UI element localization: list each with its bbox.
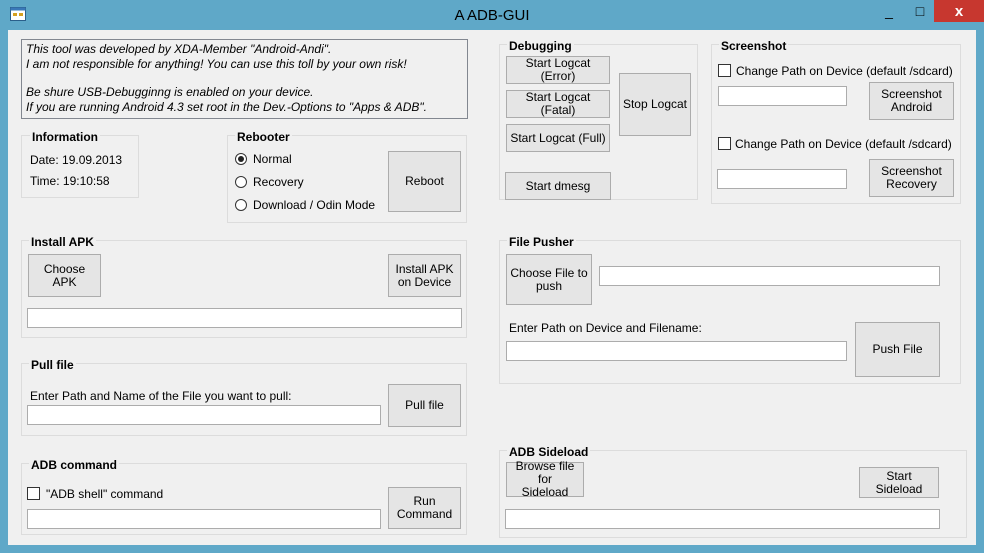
start-logcat-full-button[interactable]: Start Logcat (Full) xyxy=(506,124,610,152)
developer-notice: This tool was developed by XDA-Member "A… xyxy=(21,39,468,119)
screenshot-recovery-button[interactable]: Screenshot Recovery xyxy=(869,159,954,197)
start-dmesg-button[interactable]: Start dmesg xyxy=(505,172,611,200)
device-path-input[interactable] xyxy=(506,341,847,361)
button-label: Command xyxy=(396,507,453,521)
button-label: on Device xyxy=(397,274,452,289)
notice-line: This tool was developed by XDA-Member "A… xyxy=(26,42,332,56)
run-command-button[interactable]: Run Command xyxy=(388,487,461,529)
stop-logcat-button[interactable]: Stop Logcat xyxy=(619,73,691,136)
close-button[interactable]: x xyxy=(934,0,984,22)
group-title: ADB command xyxy=(29,458,120,472)
time-label: Time: 19:10:58 xyxy=(30,174,110,188)
date-label: Date: 19.09.2013 xyxy=(30,153,123,167)
group-title: Install APK xyxy=(29,235,96,249)
adb-shell-checkbox[interactable] xyxy=(27,487,40,500)
notice-line: I am not responsible for anything! You c… xyxy=(26,56,407,71)
start-logcat-fatal-button[interactable]: Start Logcat (Fatal) xyxy=(506,90,610,118)
radio-normal[interactable] xyxy=(235,153,247,165)
information-group: Information Date: 19.09.2013 Time: 19:10… xyxy=(21,130,139,198)
checkbox-label: Change Path on Device (default /sdcard) xyxy=(736,64,953,78)
radio-label: Normal xyxy=(253,152,292,166)
maximize-button[interactable]: □ xyxy=(906,0,934,22)
button-label: Android xyxy=(890,100,933,114)
pull-file-button[interactable]: Pull file xyxy=(388,384,461,427)
reboot-button[interactable]: Reboot xyxy=(388,151,461,212)
notice-line: If you are running Android 4.3 set root … xyxy=(26,99,427,114)
choose-file-to-push-button[interactable]: Choose File to push xyxy=(506,254,592,305)
radio-download-odin[interactable] xyxy=(235,199,247,211)
start-sideload-button[interactable]: Start Sideload xyxy=(859,467,939,498)
button-label: Install APK xyxy=(395,261,454,276)
adb-command-input[interactable] xyxy=(27,509,381,529)
pull-path-prompt: Enter Path and Name of the File you want… xyxy=(30,389,292,403)
checkbox-label: Change Path on Device (default /sdcard) xyxy=(735,137,952,151)
screenshot-android-button[interactable]: Screenshot Android xyxy=(869,82,954,120)
minimize-button[interactable]: _ xyxy=(872,0,906,22)
change-path-checkbox-2[interactable] xyxy=(718,137,731,150)
change-path-checkbox-1[interactable] xyxy=(718,64,731,77)
group-title: Rebooter xyxy=(235,130,292,144)
button-label: Browse file for xyxy=(515,459,575,486)
choose-apk-button[interactable]: Choose APK xyxy=(28,254,101,297)
group-title: ADB Sideload xyxy=(507,445,591,459)
group-title: File Pusher xyxy=(507,235,576,249)
browse-sideload-button[interactable]: Browse file for Sideload xyxy=(506,459,584,499)
button-label: Sideload xyxy=(521,485,569,499)
push-file-path-input[interactable] xyxy=(599,266,940,286)
group-title: Debugging xyxy=(507,39,574,53)
radio-label: Recovery xyxy=(253,175,304,189)
apk-path-input[interactable] xyxy=(27,308,462,328)
group-title: Screenshot xyxy=(719,39,789,53)
start-logcat-error-button[interactable]: Start Logcat (Error) xyxy=(506,56,610,84)
button-label: Recovery xyxy=(886,177,937,191)
button-label: push xyxy=(535,278,563,293)
notice-line: Be shure USB-Debugginng is enabled on yo… xyxy=(26,85,314,99)
checkbox-label: "ADB shell" command xyxy=(46,487,164,501)
screenshot-path-input-1[interactable] xyxy=(718,86,847,106)
push-file-button[interactable]: Push File xyxy=(855,322,940,377)
window-title: A ADB-GUI xyxy=(454,7,530,24)
install-apk-button[interactable]: Install APK on Device xyxy=(388,254,461,297)
radio-recovery[interactable] xyxy=(235,176,247,188)
device-path-label: Enter Path on Device and Filename: xyxy=(509,321,702,335)
main-window-client: This tool was developed by XDA-Member "A… xyxy=(8,30,976,545)
pull-path-input[interactable] xyxy=(27,405,381,425)
button-label: Choose File to xyxy=(510,265,588,280)
screenshot-path-input-2[interactable] xyxy=(717,169,847,189)
group-title: Pull file xyxy=(29,358,76,372)
radio-label: Download / Odin Mode xyxy=(253,198,376,212)
group-title: Information xyxy=(30,130,100,144)
title-bar: A ADB-GUI _ □ x xyxy=(0,0,984,30)
sideload-path-input[interactable] xyxy=(505,509,940,529)
